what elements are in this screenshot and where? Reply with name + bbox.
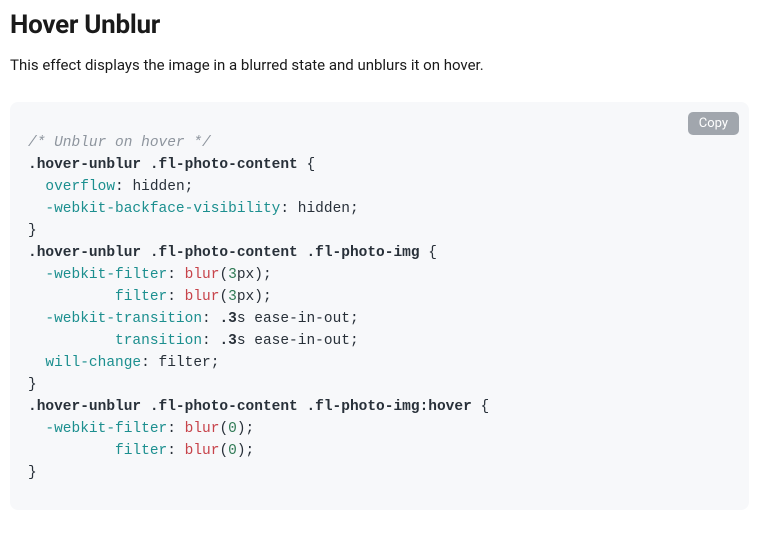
css-number: .3 bbox=[219, 311, 236, 327]
code-comment: /* Unblur on hover */ bbox=[28, 135, 211, 151]
code-block: Copy /* Unblur on hover */ .hover-unblur… bbox=[10, 102, 749, 510]
css-number: 0 bbox=[228, 443, 237, 459]
code-content: /* Unblur on hover */ .hover-unblur .fl-… bbox=[28, 132, 731, 484]
css-property: -webkit-backface-visibility bbox=[45, 201, 280, 217]
css-number: 0 bbox=[228, 421, 237, 437]
css-property: will-change bbox=[45, 355, 141, 371]
css-function: blur bbox=[185, 267, 220, 283]
css-property: filter bbox=[115, 443, 167, 459]
css-function: blur bbox=[185, 289, 220, 305]
css-number: 3 bbox=[228, 289, 237, 305]
css-property: transition bbox=[115, 333, 202, 349]
css-property: overflow bbox=[45, 179, 115, 195]
css-selector: .hover-unblur .fl-photo-content .fl-phot… bbox=[28, 399, 472, 415]
css-unit: px bbox=[237, 289, 254, 305]
page-description: This effect displays the image in a blur… bbox=[10, 56, 749, 74]
css-property: -webkit-transition bbox=[45, 311, 202, 327]
css-value: ease-in-out bbox=[246, 311, 350, 327]
css-property: -webkit-filter bbox=[45, 267, 167, 283]
css-number: .3 bbox=[219, 333, 236, 349]
css-property: filter bbox=[115, 289, 167, 305]
css-unit: s bbox=[237, 333, 246, 349]
css-value: hidden bbox=[132, 179, 184, 195]
css-selector: .hover-unblur .fl-photo-content .fl-phot… bbox=[28, 245, 420, 261]
css-value: ease-in-out bbox=[246, 333, 350, 349]
css-selector: .hover-unblur .fl-photo-content bbox=[28, 157, 298, 173]
css-value: hidden bbox=[298, 201, 350, 217]
css-value: filter bbox=[159, 355, 211, 371]
css-property: -webkit-filter bbox=[45, 421, 167, 437]
css-number: 3 bbox=[228, 267, 237, 283]
css-function: blur bbox=[185, 421, 220, 437]
copy-button[interactable]: Copy bbox=[688, 112, 739, 135]
css-function: blur bbox=[185, 443, 220, 459]
css-unit: s bbox=[237, 311, 246, 327]
css-unit: px bbox=[237, 267, 254, 283]
page-title: Hover Unblur bbox=[10, 10, 749, 40]
